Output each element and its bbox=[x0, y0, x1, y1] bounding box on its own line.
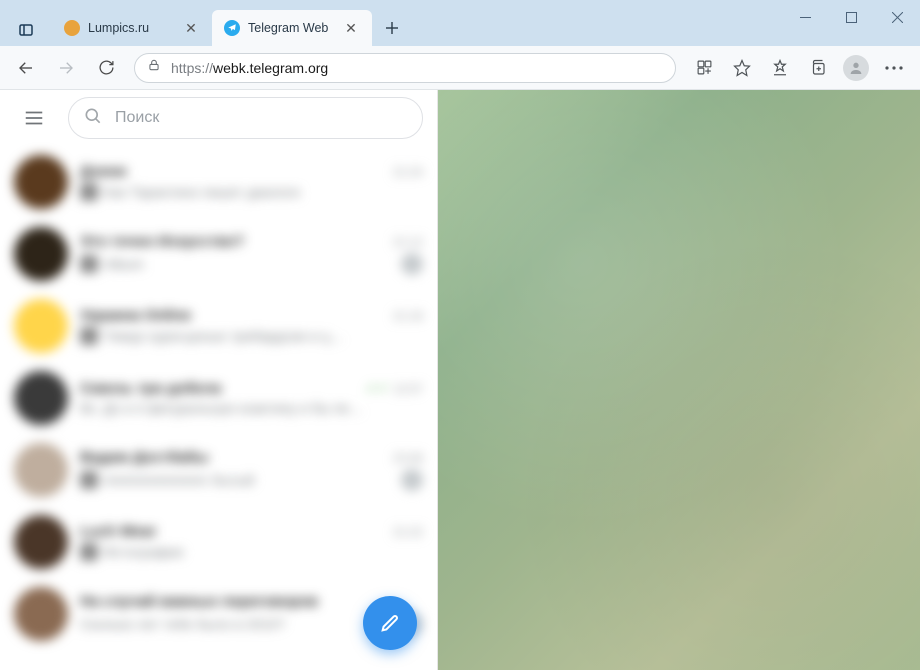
browser-tab-telegram[interactable]: Telegram Web ✕ bbox=[212, 10, 372, 46]
search-icon bbox=[83, 106, 103, 131]
lock-icon bbox=[147, 58, 161, 77]
more-button[interactable] bbox=[876, 50, 912, 86]
chat-avatar bbox=[14, 155, 68, 209]
search-input[interactable] bbox=[115, 109, 408, 127]
chat-name: Это точно Искусство? bbox=[80, 233, 244, 250]
chat-name: Украина Online bbox=[80, 307, 191, 324]
search-box[interactable] bbox=[68, 97, 423, 139]
message-thumb-icon bbox=[80, 327, 98, 345]
chat-item[interactable]: Дэнни 21:24 Как Тарантино пишет диалоги bbox=[0, 146, 437, 218]
chat-time: 21:12 bbox=[393, 235, 423, 249]
collections-button[interactable] bbox=[800, 50, 836, 86]
chat-body: Сквозь три добела ✓✓ 12:57 Вк. До и я фигур… bbox=[80, 380, 423, 416]
chat-body: Вадим Достбабы 23:48 ААААААААААА Лытый bbox=[80, 449, 423, 491]
sidebar-header bbox=[0, 90, 437, 146]
message-thumb-icon bbox=[80, 183, 98, 201]
chat-time: 12:57 bbox=[393, 382, 423, 396]
chat-message-preview: Тимур оуресценые трибардсии и ц… bbox=[80, 327, 344, 345]
nav-reload-button[interactable] bbox=[88, 50, 124, 86]
chat-body: Это точно Искусство? 21:12 Album bbox=[80, 233, 423, 275]
window-minimize-button[interactable] bbox=[782, 0, 828, 34]
url-text: https://webk.telegram.org bbox=[171, 60, 328, 76]
chat-message-preview: Фстография bbox=[80, 543, 183, 561]
nav-forward-button[interactable] bbox=[48, 50, 84, 86]
window-close-button[interactable] bbox=[874, 0, 920, 34]
chat-item[interactable]: Это точно Искусство? 21:12 Album bbox=[0, 218, 437, 290]
chat-avatar bbox=[14, 515, 68, 569]
favicon-telegram bbox=[224, 20, 240, 36]
chat-name: Вадим Достбабы bbox=[80, 449, 208, 466]
chat-item[interactable]: Сквозь три добела ✓✓ 12:57 Вк. До и я фигур… bbox=[0, 362, 437, 434]
url-box[interactable]: https://webk.telegram.org bbox=[134, 53, 676, 83]
chat-avatar bbox=[14, 227, 68, 281]
chat-message-preview: Сколько лет тебе было в 2010? bbox=[80, 616, 285, 632]
avatar-icon bbox=[843, 55, 869, 81]
chat-item[interactable]: Luch Wear 21:22 Фстография bbox=[0, 506, 437, 578]
chat-name: Дэнни bbox=[80, 163, 126, 180]
message-thumb-icon bbox=[80, 255, 98, 273]
page-content: Дэнни 21:24 Как Тарантино пишет диалоги Это… bbox=[0, 90, 920, 670]
chat-message-preview: Вк. До и я фигуральную коактину и бы пе… bbox=[80, 400, 363, 416]
telegram-sidebar: Дэнни 21:24 Как Тарантино пишет диалоги Это… bbox=[0, 90, 438, 670]
chat-body: Дэнни 21:24 Как Тарантино пишет диалоги bbox=[80, 163, 423, 201]
chat-message-preview: Как Тарантино пишет диалоги bbox=[80, 183, 300, 201]
favorites-bar-button[interactable] bbox=[762, 50, 798, 86]
chat-message-preview: ААААААААААА Лытый bbox=[80, 471, 254, 489]
nav-back-button[interactable] bbox=[8, 50, 44, 86]
browser-tab-lumpics[interactable]: Lumpics.ru ✕ bbox=[52, 10, 212, 46]
chat-item[interactable]: Украина Online 21:18 Тимур оуресценые триб… bbox=[0, 290, 437, 362]
browser-addressbar: https://webk.telegram.org bbox=[0, 46, 920, 90]
chat-time: 21:22 bbox=[393, 525, 423, 539]
sent-check-icon: ✓✓ bbox=[366, 380, 389, 397]
browser-titlebar: Lumpics.ru ✕ Telegram Web ✕ bbox=[0, 0, 920, 46]
chat-avatar bbox=[14, 371, 68, 425]
tab-title: Telegram Web bbox=[248, 21, 334, 35]
unread-badge bbox=[401, 253, 423, 275]
message-thumb-icon bbox=[80, 543, 98, 561]
profile-button[interactable] bbox=[838, 50, 874, 86]
compose-button[interactable] bbox=[363, 596, 417, 650]
tab-close-button[interactable]: ✕ bbox=[342, 19, 360, 37]
chat-name: Luch Wear bbox=[80, 523, 156, 540]
unread-badge bbox=[401, 469, 423, 491]
message-thumb-icon bbox=[80, 471, 98, 489]
chat-name: На случай важных переговоров bbox=[80, 593, 318, 610]
chat-avatar bbox=[14, 299, 68, 353]
window-maximize-button[interactable] bbox=[828, 0, 874, 34]
chat-time: 21:24 bbox=[393, 165, 423, 179]
tab-title: Lumpics.ru bbox=[88, 21, 174, 35]
chat-avatar bbox=[14, 587, 68, 641]
chat-avatar bbox=[14, 443, 68, 497]
chat-name: Сквозь три добела bbox=[80, 380, 221, 397]
chat-time: 23:48 bbox=[393, 451, 423, 465]
tab-actions-button[interactable] bbox=[8, 14, 44, 46]
favicon-lumpics bbox=[64, 20, 80, 36]
chat-message-preview: Album bbox=[80, 255, 144, 273]
chat-body: Luch Wear 21:22 Фстография bbox=[80, 523, 423, 561]
menu-button[interactable] bbox=[14, 98, 54, 138]
extensions-button[interactable] bbox=[686, 50, 722, 86]
tab-close-button[interactable]: ✕ bbox=[182, 19, 200, 37]
chat-time: 21:18 bbox=[393, 309, 423, 323]
new-tab-button[interactable] bbox=[376, 12, 408, 44]
favorite-button[interactable] bbox=[724, 50, 760, 86]
chat-list[interactable]: Дэнни 21:24 Как Тарантино пишет диалоги Это… bbox=[0, 146, 437, 670]
chat-area bbox=[438, 90, 920, 670]
window-controls bbox=[782, 0, 920, 34]
chat-item[interactable]: Вадим Достбабы 23:48 ААААААААААА Лытый bbox=[0, 434, 437, 506]
browser-tabs: Lumpics.ru ✕ Telegram Web ✕ bbox=[52, 0, 408, 46]
chat-body: Украина Online 21:18 Тимур оуресценые триб… bbox=[80, 307, 423, 345]
